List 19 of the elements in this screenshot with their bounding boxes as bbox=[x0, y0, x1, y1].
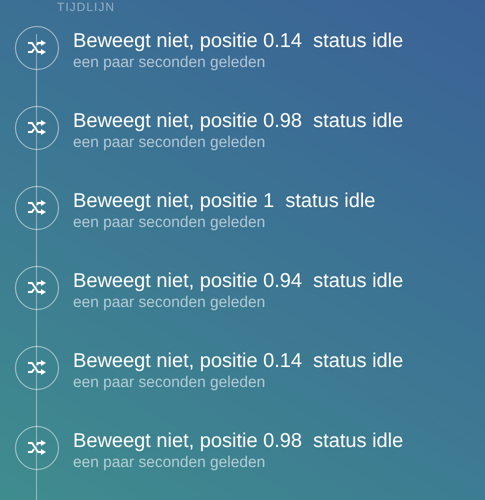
crossing-arrows-icon bbox=[27, 200, 47, 216]
crossing-arrows-icon bbox=[27, 360, 47, 376]
event-time: een paar seconden geleden bbox=[73, 373, 266, 392]
event-title: Beweegt niet, positie 0.14 status idle bbox=[73, 29, 404, 53]
crossing-arrows-icon bbox=[27, 120, 47, 136]
event-title: Beweegt niet, positie 0.98 status idle bbox=[73, 109, 404, 133]
event-time: een paar seconden geleden bbox=[73, 133, 266, 152]
event-title: Beweegt niet, positie 1 status idle bbox=[73, 189, 376, 213]
event-title: Beweegt niet, positie 0.94 status idle bbox=[73, 269, 404, 293]
section-title: TIJDLIJN bbox=[56, 0, 116, 14]
event-time: een paar seconden geleden bbox=[73, 53, 266, 72]
crossing-arrows-icon bbox=[27, 280, 47, 296]
event-time: een paar seconden geleden bbox=[73, 213, 266, 232]
crossing-arrows-icon bbox=[27, 40, 47, 56]
event-title: Beweegt niet, positie 0.14 status idle bbox=[73, 349, 404, 373]
event-time: een paar seconden geleden bbox=[73, 293, 266, 312]
event-title: Beweegt niet, positie 0.98 status idle bbox=[73, 429, 404, 453]
event-time: een paar seconden geleden bbox=[73, 453, 266, 472]
crossing-arrows-icon bbox=[27, 440, 47, 456]
